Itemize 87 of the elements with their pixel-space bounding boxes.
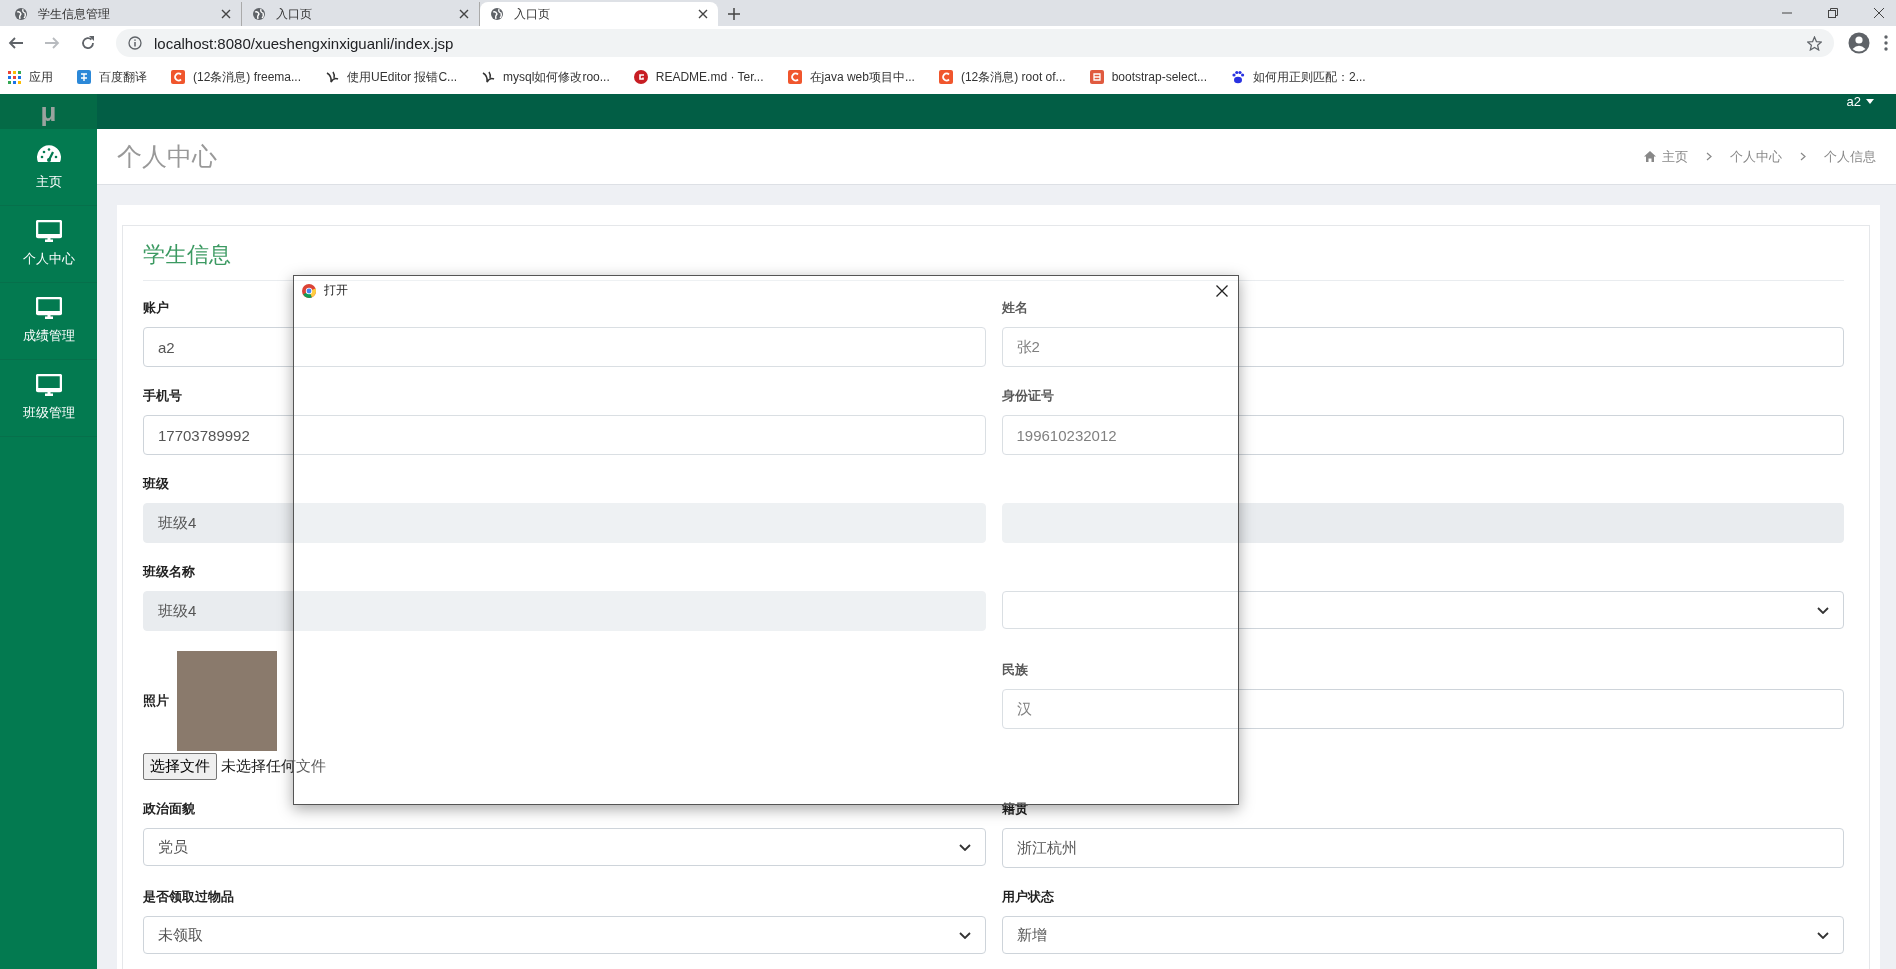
swirl-icon <box>325 70 340 84</box>
close-icon[interactable] <box>459 9 469 19</box>
globe-icon <box>252 7 266 21</box>
bookmark[interactable]: 使用UEditor 报错C... <box>325 68 458 86</box>
field-label: 班级 <box>143 475 170 493</box>
select-field[interactable]: 党员 <box>143 828 986 866</box>
input-field[interactable]: 张2 <box>1001 327 1844 367</box>
select-field[interactable]: 未领取 <box>143 916 986 954</box>
bookmark[interactable]: bootstrap-select... <box>1089 70 1207 84</box>
input-field[interactable]: a2 <box>143 327 986 367</box>
tab-title: 学生信息管理 <box>38 5 111 23</box>
input-field: 班级4 <box>143 591 986 631</box>
globe-icon <box>14 7 28 21</box>
field-label: 用户状态 <box>1001 888 1055 906</box>
browser-logo-icon <box>302 283 316 298</box>
user-menu[interactable]: a2 <box>1846 94 1874 109</box>
close-icon[interactable] <box>221 9 231 19</box>
monitor-icon <box>35 374 62 396</box>
choose-file-button[interactable]: 选择文件 <box>143 753 217 780</box>
close-icon[interactable] <box>1874 8 1884 18</box>
home-icon <box>1644 151 1656 162</box>
bookmark[interactable]: mysql如何修改roo... <box>481 68 610 86</box>
tab-title: 入口页 <box>514 5 551 23</box>
section-title: 学生信息 <box>143 240 1844 281</box>
input-field[interactable]: 199610232012 <box>1001 415 1844 455</box>
menu-icon[interactable] <box>1884 35 1888 51</box>
paw-icon <box>1231 70 1245 84</box>
square-icon <box>77 70 91 84</box>
avatar-icon[interactable] <box>1848 32 1870 54</box>
back-icon[interactable] <box>8 35 24 51</box>
select-field[interactable]: 新增 <box>1001 916 1844 954</box>
url-text: localhost:8080/xueshengxinxiguanli/index.jsp <box>154 34 454 52</box>
field-label: 民族 <box>1001 661 1029 679</box>
bookmark[interactable]: (12条消息) freema... <box>171 68 302 86</box>
field-label: 是否领取过物品 <box>143 888 235 906</box>
field-label: 政治面貌 <box>143 800 196 818</box>
field-label: 姓名 <box>1001 299 1029 317</box>
square-icon <box>1089 70 1104 84</box>
bookmark[interactable]: 在java web项目中... <box>787 68 915 86</box>
circle-icon <box>633 70 648 84</box>
close-icon[interactable] <box>1216 284 1228 297</box>
chevron-down-icon <box>958 931 971 939</box>
swirl-icon <box>481 70 496 84</box>
globe-icon <box>490 7 504 21</box>
tab-title: 入口页 <box>276 5 313 23</box>
field-label: 身份证号 <box>1001 387 1055 405</box>
bookmark[interactable]: 百度翻译 <box>77 68 147 86</box>
breadcrumb-link[interactable]: 个人信息 <box>1824 147 1876 166</box>
field-label: 班级名称 <box>143 563 196 581</box>
square-icon <box>787 70 802 84</box>
chevron-icon <box>1800 152 1806 161</box>
logo: μ <box>40 98 57 125</box>
page-title: 个人中心 <box>117 141 217 172</box>
square-icon <box>171 70 185 84</box>
star-icon[interactable] <box>1807 35 1822 51</box>
breadcrumb-link[interactable]: 个人中心 <box>1730 147 1782 166</box>
breadcrumb-link[interactable]: 主页 <box>1644 147 1688 166</box>
close-icon[interactable] <box>698 9 708 19</box>
chevron-down-icon <box>1817 606 1829 614</box>
monitor-icon <box>35 220 62 242</box>
field-label: 照片 <box>143 692 169 710</box>
square-icon <box>938 70 953 84</box>
reload-icon[interactable] <box>80 35 96 51</box>
input-field: 班级4 <box>143 503 986 543</box>
field-label: 账户 <box>143 299 170 317</box>
plus-icon[interactable] <box>728 8 740 20</box>
bookmark[interactable]: 应用 <box>8 68 53 86</box>
gauge-icon <box>35 143 62 165</box>
bookmark[interactable]: 如何用正则匹配：2... <box>1231 68 1366 86</box>
caret-icon <box>1866 99 1874 104</box>
chevron-down-icon <box>958 843 971 851</box>
chevron-down-icon <box>1817 931 1829 939</box>
input-field[interactable]: 浙江杭州 <box>1001 828 1844 868</box>
monitor-icon <box>35 297 62 319</box>
address-bar[interactable]: localhost:8080/xueshengxinxiguanli/index.jsp <box>116 29 1834 57</box>
input-field[interactable]: 汉 <box>1001 689 1844 729</box>
grid-icon <box>8 70 21 84</box>
bookmark[interactable]: (12条消息) root of... <box>938 68 1066 86</box>
bookmark[interactable]: README.md · Ter... <box>633 70 764 84</box>
restore-icon[interactable] <box>1828 8 1838 18</box>
info-icon <box>128 36 142 50</box>
dialog-title: 打开 <box>324 282 348 299</box>
chevron-icon <box>1706 152 1712 161</box>
browser-tab[interactable]: 入口页 <box>480 2 718 26</box>
input-field[interactable]: 17703789992 <box>143 415 986 455</box>
select-field[interactable] <box>1001 591 1844 629</box>
field-label: 手机号 <box>143 387 183 405</box>
